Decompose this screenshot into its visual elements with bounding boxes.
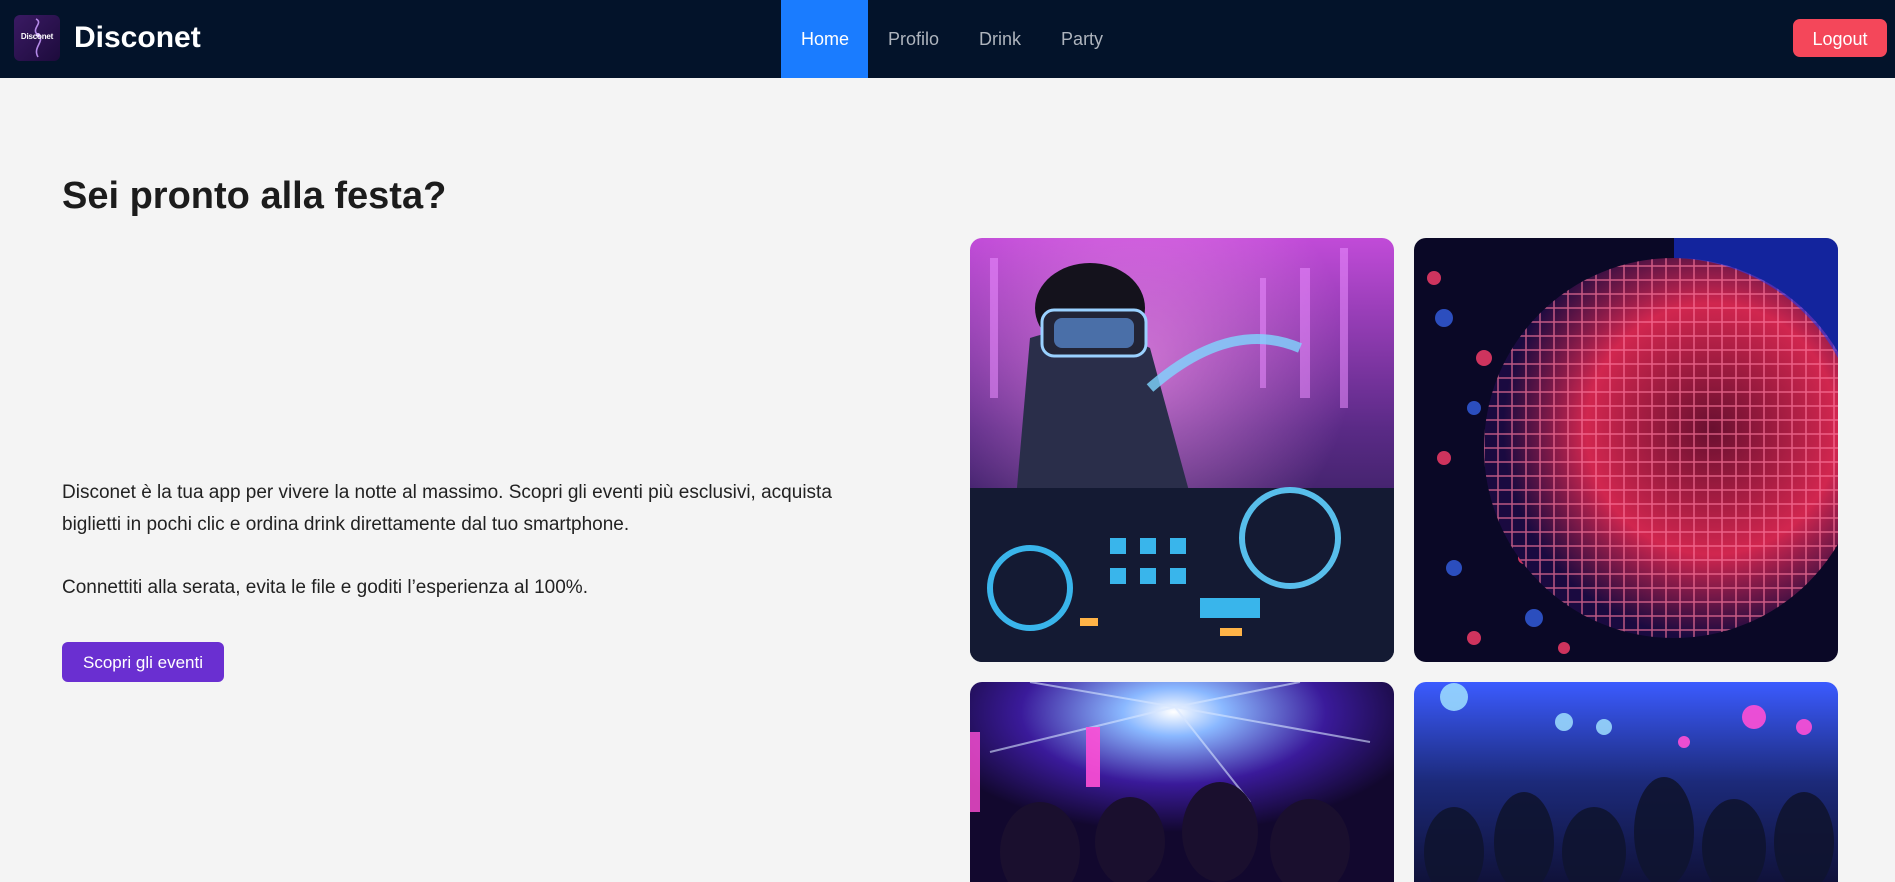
nav-item-home[interactable]: Home <box>781 0 868 78</box>
nav-item-drink[interactable]: Drink <box>959 0 1041 78</box>
main-nav: Home Profilo Drink Party <box>781 0 1123 78</box>
dj-vr-photo-icon <box>970 238 1394 662</box>
party-crowd-photo <box>1414 682 1838 882</box>
logo-text: Disconet <box>20 32 54 41</box>
discover-events-button[interactable]: Scopri gli eventi <box>62 642 224 682</box>
club-crowd-lights-photo <box>970 682 1394 882</box>
logout-button[interactable]: Logout <box>1793 19 1887 57</box>
hero-tagline: Connettiti alla serata, evita le file e … <box>62 577 588 598</box>
page-title: Sei pronto alla festa? <box>62 175 447 217</box>
dj-vr-photo <box>970 238 1394 662</box>
navbar: Disconet Disconet Home Profilo Drink Par… <box>0 0 1895 78</box>
brand-name[interactable]: Disconet <box>74 20 201 56</box>
disco-ball-photo-icon <box>1414 238 1838 662</box>
nav-item-party[interactable]: Party <box>1041 0 1123 78</box>
hero-description: Disconet è la tua app per vivere la nott… <box>62 482 832 535</box>
party-crowd-photo-icon <box>1414 682 1838 882</box>
disco-ball-photo <box>1414 238 1838 662</box>
logo[interactable]: Disconet <box>14 15 60 61</box>
nav-item-profilo[interactable]: Profilo <box>868 0 959 78</box>
club-crowd-lights-photo-icon <box>970 682 1394 882</box>
